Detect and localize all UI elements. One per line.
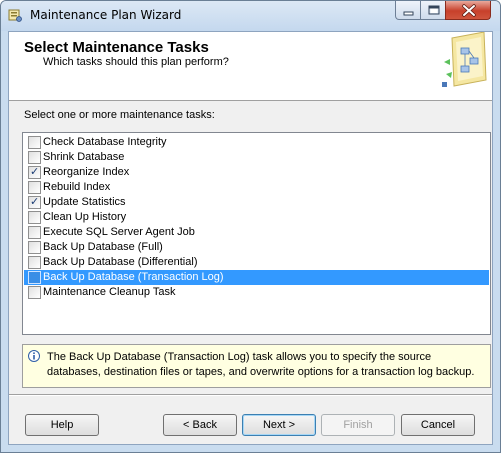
- checkmark-icon: ✓: [30, 165, 40, 178]
- task-label: Execute SQL Server Agent Job: [43, 226, 195, 238]
- close-button[interactable]: [445, 1, 491, 20]
- task-checkbox[interactable]: [28, 226, 41, 239]
- task-checkbox[interactable]: [28, 151, 41, 164]
- task-check-database-integrity[interactable]: Check Database Integrity: [24, 135, 489, 150]
- task-checkbox[interactable]: [28, 136, 41, 149]
- task-clean-up-history[interactable]: Clean Up History: [24, 210, 489, 225]
- task-label: Reorganize Index: [43, 166, 130, 178]
- task-back-up-differential[interactable]: Back Up Database (Differential): [24, 255, 489, 270]
- cancel-button[interactable]: Cancel: [401, 414, 475, 436]
- task-label: Clean Up History: [43, 211, 127, 223]
- maintenance-plan-graphic: [442, 32, 487, 87]
- next-button[interactable]: Next >: [242, 414, 316, 436]
- task-checkbox[interactable]: [28, 256, 41, 269]
- task-checkbox[interactable]: [28, 181, 41, 194]
- task-reorganize-index[interactable]: ✓ Reorganize Index: [24, 165, 489, 180]
- info-icon: [28, 350, 40, 362]
- task-description-panel: The Back Up Database (Transaction Log) t…: [22, 344, 491, 388]
- task-checkbox[interactable]: ✓: [28, 165, 41, 179]
- task-label: Update Statistics: [43, 196, 126, 208]
- task-label: Maintenance Cleanup Task: [43, 286, 176, 298]
- wizard-header: Select Maintenance Tasks Which tasks sho…: [9, 32, 492, 101]
- task-back-up-full[interactable]: Back Up Database (Full): [24, 240, 489, 255]
- close-icon: [462, 4, 476, 17]
- window-title: Maintenance Plan Wizard: [30, 8, 182, 22]
- minimize-icon: [403, 11, 414, 16]
- tasks-label: Select one or more maintenance tasks:: [24, 109, 215, 121]
- task-checkbox[interactable]: [28, 271, 41, 284]
- page-subtitle: Which tasks should this plan perform?: [43, 56, 229, 68]
- task-description: The Back Up Database (Transaction Log) t…: [47, 351, 475, 378]
- task-label: Shrink Database: [43, 151, 125, 163]
- task-checkbox[interactable]: [28, 241, 41, 254]
- maximize-button[interactable]: [420, 1, 446, 20]
- task-label: Back Up Database (Differential): [43, 256, 198, 268]
- help-button[interactable]: Help: [25, 414, 99, 436]
- task-label: Back Up Database (Transaction Log): [43, 271, 224, 283]
- task-update-statistics[interactable]: ✓ Update Statistics: [24, 195, 489, 210]
- back-button[interactable]: < Back: [163, 414, 237, 436]
- task-label: Check Database Integrity: [43, 136, 167, 148]
- wizard-app-icon: [8, 9, 22, 22]
- task-rebuild-index[interactable]: Rebuild Index: [24, 180, 489, 195]
- page-title: Select Maintenance Tasks: [24, 39, 209, 56]
- title-bar[interactable]: Maintenance Plan Wizard: [1, 1, 500, 31]
- task-label: Back Up Database (Full): [43, 241, 163, 253]
- task-shrink-database[interactable]: Shrink Database: [24, 150, 489, 165]
- footer-divider: [9, 394, 492, 396]
- task-checkbox[interactable]: [28, 211, 41, 224]
- task-checkbox[interactable]: [28, 286, 41, 299]
- wizard-content: Select Maintenance Tasks Which tasks sho…: [8, 31, 493, 445]
- task-back-up-transaction-log[interactable]: Back Up Database (Transaction Log): [24, 270, 489, 285]
- checkmark-icon: ✓: [30, 195, 40, 208]
- task-maintenance-cleanup[interactable]: Maintenance Cleanup Task: [24, 285, 489, 300]
- maintenance-plan-wizard-window: Maintenance Plan Wizard Select Maintenan…: [0, 0, 501, 453]
- task-label: Rebuild Index: [43, 181, 111, 193]
- task-execute-agent-job[interactable]: Execute SQL Server Agent Job: [24, 225, 489, 240]
- task-checklist[interactable]: Check Database Integrity Shrink Database…: [22, 132, 491, 335]
- finish-button[interactable]: Finish: [321, 414, 395, 436]
- maximize-icon: [428, 5, 440, 15]
- task-checkbox[interactable]: ✓: [28, 195, 41, 209]
- minimize-button[interactable]: [395, 1, 421, 20]
